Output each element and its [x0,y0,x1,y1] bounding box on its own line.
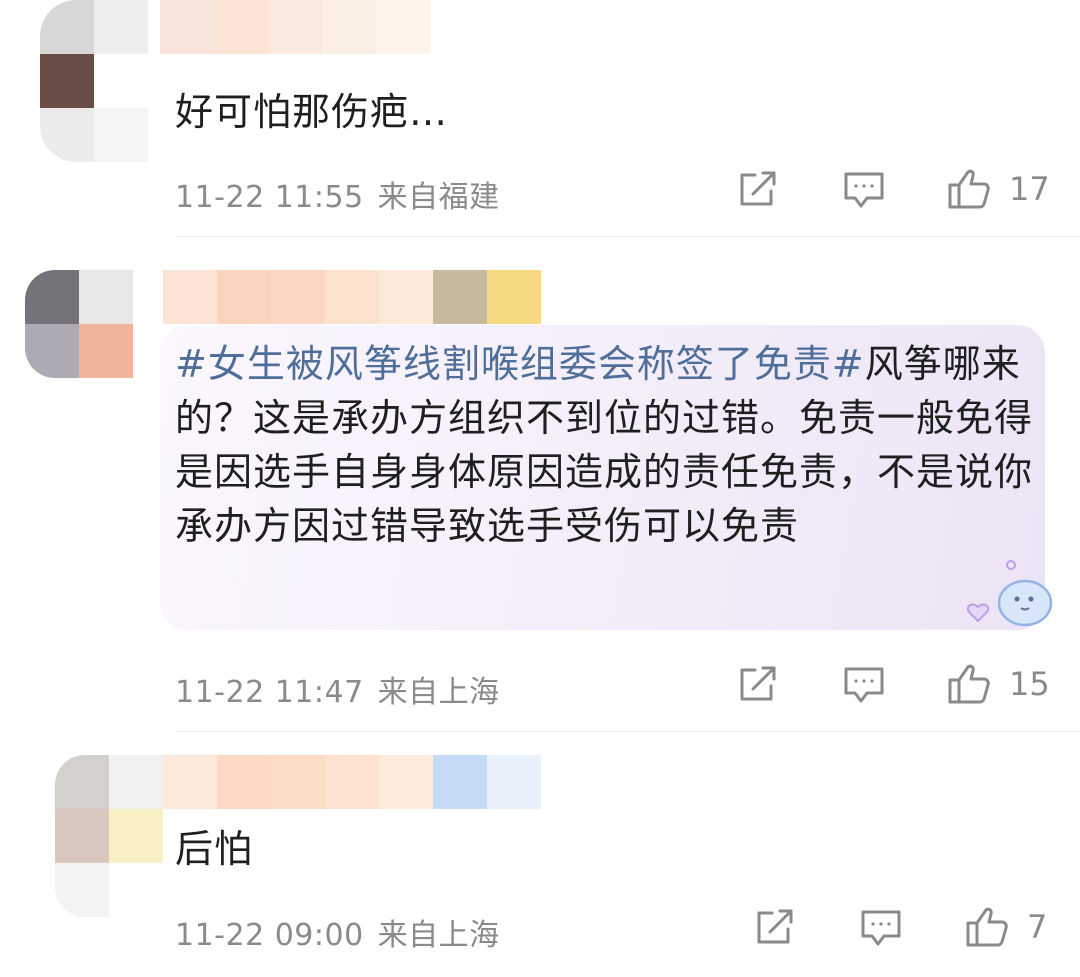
reply-button[interactable] [843,665,885,705]
share-button[interactable] [737,170,777,208]
bubble-sticker-icon [966,560,1053,627]
like-button[interactable]: 17 [947,168,1050,210]
comment-item: 好可怕那伤疤… 11-22 11:55 来自福建 17 [0,0,1080,237]
username[interactable] [160,0,430,54]
like-button[interactable]: 15 [947,663,1050,705]
location: 来自福建 [377,180,500,215]
like-count: 7 [1027,908,1048,946]
divider [175,731,1080,732]
thumbs-up-icon [948,664,990,704]
username[interactable] [163,270,541,324]
share-button[interactable] [737,665,777,703]
username[interactable] [163,755,541,809]
divider [175,236,1080,237]
comment-meta: 11-22 09:00 来自上海 [175,910,500,954]
location: 来自上海 [377,675,500,710]
avatar[interactable] [55,755,163,917]
comment-icon [844,667,884,703]
timestamp: 11-22 11:55 [175,180,364,215]
hashtag-link[interactable]: #女生被风筝线割喉组委会称签了免责# [175,342,865,386]
reply-button[interactable] [843,170,885,210]
avatar[interactable] [40,0,148,162]
avatar[interactable] [25,270,133,378]
comment-text: 好可怕那伤疤… [175,90,449,134]
comment-text: 后怕 [175,827,254,871]
timestamp: 11-22 11:47 [175,675,364,710]
timestamp: 11-22 09:00 [175,918,364,953]
comment-icon [861,910,901,946]
comment-meta: 11-22 11:47 来自上海 [175,667,500,711]
share-icon [740,666,776,701]
thumbs-up-icon [966,907,1008,947]
location: 来自上海 [377,918,500,953]
comment-text: #女生被风筝线割喉组委会称签了免责#风筝哪来的？这是承办方组织不到位的过错。免责… [175,342,1034,548]
share-icon [740,171,776,206]
like-count: 17 [1009,170,1050,208]
reply-button[interactable] [860,908,902,948]
thumbs-up-icon [948,169,990,209]
like-count: 15 [1009,665,1050,703]
comment-icon [844,172,884,208]
share-button[interactable] [754,908,794,946]
comment-meta: 11-22 11:55 来自福建 [175,172,500,216]
share-icon [757,909,793,944]
like-button[interactable]: 7 [965,906,1047,948]
